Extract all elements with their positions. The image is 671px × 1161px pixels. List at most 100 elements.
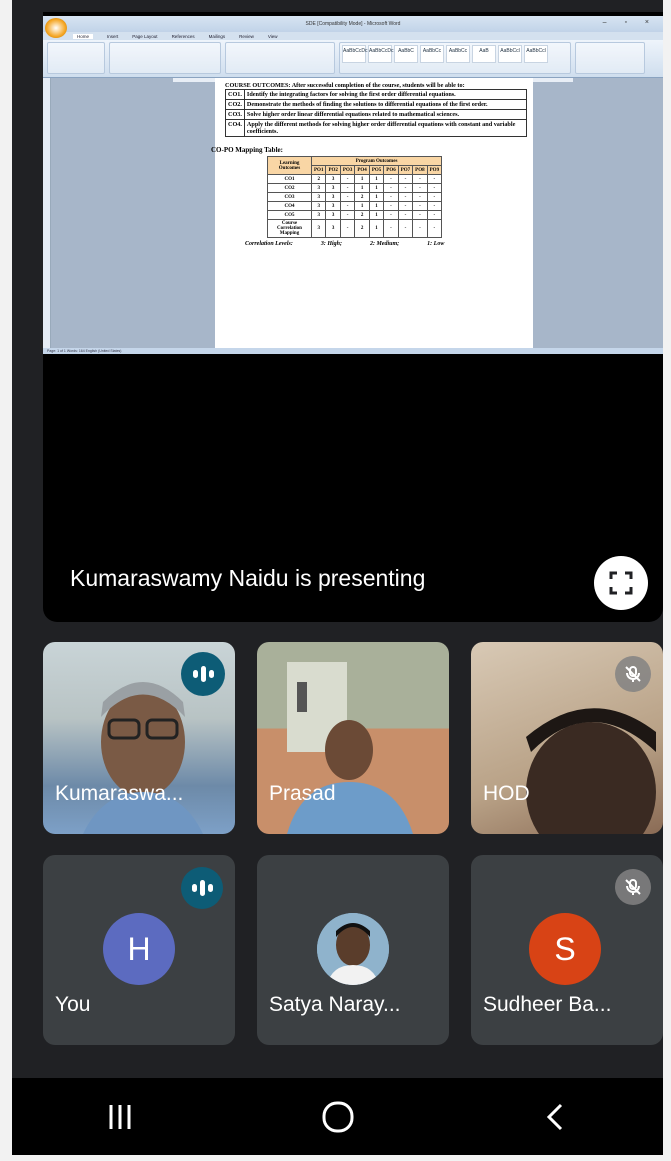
- mapping-value: 2: [354, 192, 370, 202]
- co-po-mapping-table: Learning Outcomes Program Outcomes PO1 PO…: [267, 156, 443, 238]
- speaking-indicator: [181, 867, 223, 909]
- participant-tile[interactable]: Kumaraswa...: [43, 642, 235, 834]
- mapping-value: 3: [310, 183, 327, 193]
- mapping-value: -: [426, 201, 443, 211]
- tab-mailings[interactable]: Mailings: [209, 34, 226, 39]
- participant-name: Satya Naray...: [269, 993, 401, 1016]
- mapping-value: -: [383, 201, 399, 211]
- co-code: CO3.: [225, 109, 245, 120]
- mapping-value: -: [426, 192, 443, 202]
- style-title[interactable]: AaB: [472, 45, 496, 63]
- back-icon[interactable]: [541, 1102, 571, 1132]
- word-title: SDE [Compatibility Mode] - Microsoft Wor…: [305, 21, 401, 27]
- tab-view[interactable]: View: [268, 34, 278, 39]
- mapping-value: 3: [325, 219, 341, 238]
- participant-tile[interactable]: S Sudheer Ba...: [471, 855, 663, 1045]
- participant-name: Sudheer Ba...: [483, 993, 612, 1016]
- tab-references[interactable]: References: [172, 34, 195, 39]
- po-label: PO6: [383, 165, 399, 175]
- presentation-area[interactable]: SDE [Compatibility Mode] - Microsoft Wor…: [43, 12, 663, 622]
- style-heading-1[interactable]: AaBbC: [394, 45, 418, 63]
- style-no-spacing[interactable]: AaBbCcDc: [368, 45, 393, 63]
- participant-tile[interactable]: Satya Naray...: [257, 855, 449, 1045]
- table-row: Course Correlation Mapping 3 3-2 1- - - -: [267, 219, 443, 238]
- mapping-value: -: [339, 219, 356, 238]
- table-row: CO3. Solve higher order linear differenti…: [225, 109, 528, 120]
- mapping-value: 2: [354, 219, 370, 238]
- avatar: S: [529, 913, 601, 985]
- participant-tile[interactable]: H You: [43, 855, 235, 1045]
- style-normal[interactable]: AaBbCcDc: [342, 45, 367, 63]
- po-label: PO4: [354, 165, 370, 175]
- po-label: PO1: [310, 165, 327, 175]
- tab-insert[interactable]: Insert: [107, 34, 118, 39]
- participant-name: Prasad: [269, 782, 336, 805]
- mapping-value: -: [339, 174, 356, 184]
- recent-apps-icon[interactable]: [105, 1102, 135, 1132]
- tab-page-layout[interactable]: Page Layout: [132, 34, 157, 39]
- document-area[interactable]: COURSE OUTCOMES: After successful comple…: [43, 78, 663, 348]
- mapping-value: 1: [368, 201, 385, 211]
- editing-group[interactable]: [575, 42, 645, 74]
- mapping-value: -: [383, 210, 399, 220]
- po-label: PO8: [412, 165, 428, 175]
- participant-name: You: [55, 993, 91, 1016]
- font-group[interactable]: [109, 42, 221, 74]
- tab-review[interactable]: Review: [239, 34, 254, 39]
- ribbon: AaBbCcDc AaBbCcDc AaBbC AaBbCc AaBbCc Aa…: [43, 40, 663, 78]
- style-subtle[interactable]: AaBbCcl: [524, 45, 548, 63]
- style-subtitle[interactable]: AaBbCcl: [498, 45, 522, 63]
- style-heading-3[interactable]: AaBbCc: [446, 45, 470, 63]
- avatar-photo: [317, 913, 389, 985]
- row-label: CO1: [267, 174, 312, 184]
- fullscreen-icon: [609, 571, 633, 595]
- table-row: CO3 3 3-2 1- - - -: [267, 192, 443, 202]
- corr-medium: 2: Medium;: [370, 241, 400, 247]
- mapping-value: -: [383, 192, 399, 202]
- mapping-value: 3: [310, 192, 327, 202]
- mapping-value: 3: [325, 201, 341, 211]
- speaking-indicator: [181, 652, 225, 696]
- mapping-value: 1: [368, 192, 385, 202]
- po-label: PO3: [339, 165, 356, 175]
- mapping-value: -: [397, 174, 414, 184]
- word-title-bar: SDE [Compatibility Mode] - Microsoft Wor…: [43, 16, 663, 38]
- row-label: CO2: [267, 183, 312, 193]
- mapping-value: 1: [354, 201, 370, 211]
- mapping-value: -: [383, 174, 399, 184]
- document-page[interactable]: COURSE OUTCOMES: After successful comple…: [211, 78, 533, 348]
- mapping-value: -: [397, 192, 414, 202]
- mapping-value: 1: [368, 219, 385, 238]
- co-text: Demonstrate the methods of finding the s…: [243, 99, 528, 110]
- mapping-value: -: [397, 219, 414, 238]
- word-window: SDE [Compatibility Mode] - Microsoft Wor…: [43, 16, 663, 354]
- vertical-ruler: [43, 78, 51, 348]
- styles-group[interactable]: AaBbCcDc AaBbCcDc AaBbC AaBbCc AaBbCc Aa…: [339, 42, 571, 74]
- home-icon[interactable]: [320, 1099, 356, 1135]
- table-row: CO4. Apply the different methods for solv…: [225, 119, 528, 137]
- row-label: Course Correlation Mapping: [267, 219, 312, 238]
- mapping-value: 3: [325, 192, 341, 202]
- style-heading-2[interactable]: AaBbCc: [420, 45, 444, 63]
- mapping-value: -: [412, 201, 428, 211]
- android-nav-bar: [12, 1078, 663, 1155]
- mapping-value: 2: [310, 174, 327, 184]
- mapping-value: -: [397, 201, 414, 211]
- co-code: CO4.: [225, 119, 245, 137]
- table-row: CO2 3 3-1 1- - - -: [267, 183, 443, 193]
- tab-home[interactable]: Home: [73, 33, 94, 39]
- mapping-value: 3: [310, 210, 327, 220]
- participant-tile[interactable]: Prasad: [257, 642, 449, 834]
- paragraph-group[interactable]: [225, 42, 335, 74]
- row-label: CO3: [267, 192, 312, 202]
- clipboard-group[interactable]: [47, 42, 105, 74]
- avatar: H: [103, 913, 175, 985]
- table-row: Learning Outcomes Program Outcomes: [267, 156, 443, 175]
- table-row: CO4 3 3-1 1- - - -: [267, 201, 443, 211]
- row-label: CO5: [267, 210, 312, 220]
- fullscreen-button[interactable]: [594, 556, 648, 610]
- participant-tile[interactable]: HOD: [471, 642, 663, 834]
- window-controls[interactable]: – ▫ ×: [603, 19, 657, 26]
- mapping-value: -: [412, 183, 428, 193]
- mapping-value: -: [397, 210, 414, 220]
